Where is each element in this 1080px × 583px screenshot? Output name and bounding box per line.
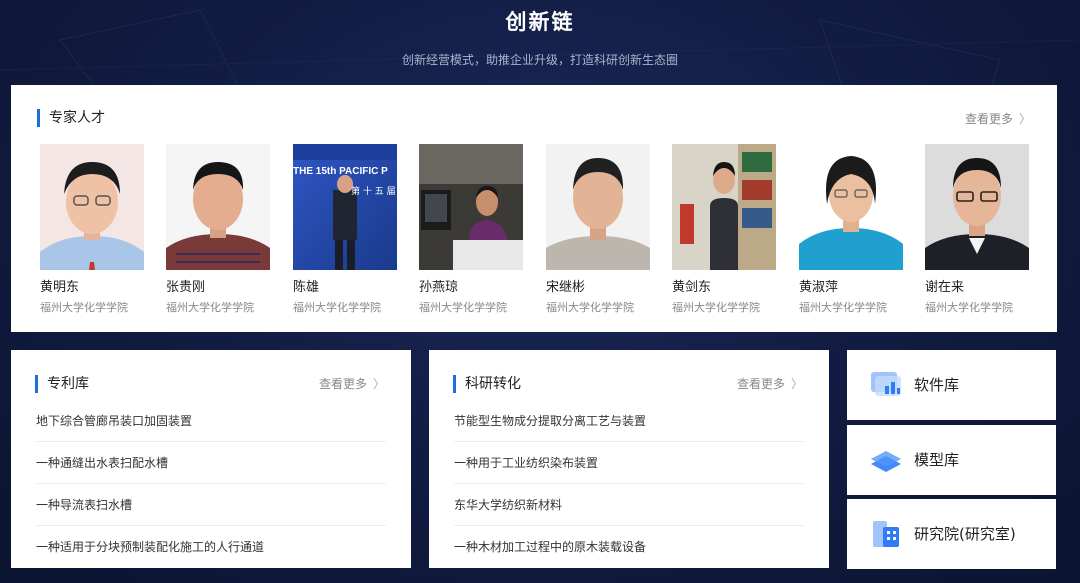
- patents-view-more-label: 查看更多: [318, 377, 367, 391]
- expert-organization: 福州大学化学学院: [672, 301, 760, 314]
- expert-photo: [799, 144, 903, 270]
- expert-card[interactable]: 张贵刚 福州大学化学学院: [166, 144, 270, 315]
- expert-name: 陈雄: [293, 280, 320, 295]
- expert-organization: 福州大学化学学院: [546, 301, 634, 314]
- expert-photo: [166, 144, 270, 270]
- experts-panel: 专家人才 查看更多〉 黄明东 福州大学化学学院 张贵刚 福州大学化学学院 THE…: [11, 85, 1057, 332]
- expert-card[interactable]: THE 15th PACIFIC P 第 十 五 届 陈雄 福州大学化学学院: [293, 144, 397, 315]
- patents-panel: 专利库 查看更多〉 地下综合管廊吊装口加固装置 一种通缝出水表扫配水槽 一种导流…: [11, 350, 411, 568]
- expert-photo: [419, 144, 523, 270]
- expert-card[interactable]: 黄淑萍 福州大学化学学院: [799, 144, 903, 315]
- patent-list-item[interactable]: 一种适用于分块预制装配化施工的人行通道: [36, 526, 386, 568]
- research-list-item[interactable]: 一种木材加工过程中的原木装载设备: [454, 526, 804, 568]
- patent-list: 地下综合管廊吊装口加固装置 一种通缝出水表扫配水槽 一种导流表扫水槽 一种适用于…: [36, 400, 386, 568]
- quick-link-label: 模型库: [914, 451, 960, 469]
- chevron-right-icon: 〉: [372, 377, 385, 391]
- expert-list: 黄明东 福州大学化学学院 张贵刚 福州大学化学学院 THE 15th PACIF…: [40, 144, 1030, 320]
- photo-banner-text: THE 15th PACIFIC P: [293, 166, 388, 177]
- quick-link-label: 研究院(研究室): [914, 525, 1016, 543]
- experts-view-more-label: 查看更多: [964, 112, 1013, 126]
- photo-banner-subtext: 第 十 五 届: [351, 187, 396, 197]
- expert-organization: 福州大学化学学院: [166, 301, 254, 314]
- expert-card[interactable]: 孙燕琼 福州大学化学学院: [419, 144, 523, 315]
- experts-view-more-link[interactable]: 查看更多〉: [965, 111, 1031, 127]
- expert-name: 张贵刚: [166, 280, 206, 295]
- research-view-more-label: 查看更多: [736, 377, 785, 391]
- expert-photo: [546, 144, 650, 270]
- expert-photo: [40, 144, 144, 270]
- expert-name: 黄剑东: [672, 280, 712, 295]
- research-institute-link[interactable]: 研究院(研究室): [847, 499, 1056, 569]
- page-header: 创新链 创新经营模式，助推企业升级，打造科研创新生态圈: [0, 8, 1080, 68]
- research-list-item[interactable]: 节能型生物成分提取分离工艺与装置: [454, 400, 804, 442]
- patents-view-more-link[interactable]: 查看更多〉: [319, 376, 385, 392]
- expert-organization: 福州大学化学学院: [419, 301, 507, 314]
- research-transfer-panel: 科研转化 查看更多〉 节能型生物成分提取分离工艺与装置 一种用于工业纺织染布装置…: [429, 350, 829, 568]
- research-section-title: 科研转化: [453, 375, 521, 393]
- research-list-item[interactable]: 一种用于工业纺织染布装置: [454, 442, 804, 484]
- chevron-right-icon: 〉: [790, 377, 803, 391]
- expert-organization: 福州大学化学学院: [799, 301, 887, 314]
- layers-icon: [869, 445, 903, 475]
- model-library-link[interactable]: 模型库: [847, 425, 1056, 495]
- chart-window-icon: [869, 370, 903, 400]
- expert-card[interactable]: 谢在来 福州大学化学学院: [925, 144, 1029, 315]
- patent-list-item[interactable]: 一种通缝出水表扫配水槽: [36, 442, 386, 484]
- expert-card[interactable]: 黄明东 福州大学化学学院: [40, 144, 144, 315]
- building-icon: [869, 519, 903, 549]
- expert-name: 孙燕琼: [419, 280, 459, 295]
- expert-photo: [925, 144, 1029, 270]
- expert-name: 黄淑萍: [799, 280, 839, 295]
- page-title: 创新链: [505, 10, 575, 34]
- patent-list-item[interactable]: 地下综合管廊吊装口加固装置: [36, 400, 386, 442]
- research-view-more-link[interactable]: 查看更多〉: [737, 376, 803, 392]
- expert-name: 黄明东: [40, 280, 80, 295]
- expert-name: 谢在来: [925, 280, 965, 295]
- expert-organization: 福州大学化学学院: [40, 301, 128, 314]
- chevron-right-icon: 〉: [1018, 112, 1031, 126]
- expert-card[interactable]: 宋继彬 福州大学化学学院: [546, 144, 650, 315]
- expert-organization: 福州大学化学学院: [293, 301, 381, 314]
- expert-organization: 福州大学化学学院: [925, 301, 1013, 314]
- experts-section-title: 专家人才: [37, 109, 105, 127]
- expert-card[interactable]: 黄剑东 福州大学化学学院: [672, 144, 776, 315]
- research-list: 节能型生物成分提取分离工艺与装置 一种用于工业纺织染布装置 东华大学纺织新材料 …: [454, 400, 804, 568]
- expert-photo: THE 15th PACIFIC P 第 十 五 届: [293, 144, 397, 270]
- software-library-link[interactable]: 软件库: [847, 350, 1056, 420]
- page-subtitle: 创新经营模式，助推企业升级，打造科研创新生态圈: [401, 53, 678, 67]
- patents-section-title: 专利库: [35, 375, 89, 393]
- research-list-item[interactable]: 东华大学纺织新材料: [454, 484, 804, 526]
- patent-list-item[interactable]: 一种导流表扫水槽: [36, 484, 386, 526]
- expert-photo: [672, 144, 776, 270]
- expert-name: 宋继彬: [546, 280, 586, 295]
- quick-link-label: 软件库: [914, 376, 960, 394]
